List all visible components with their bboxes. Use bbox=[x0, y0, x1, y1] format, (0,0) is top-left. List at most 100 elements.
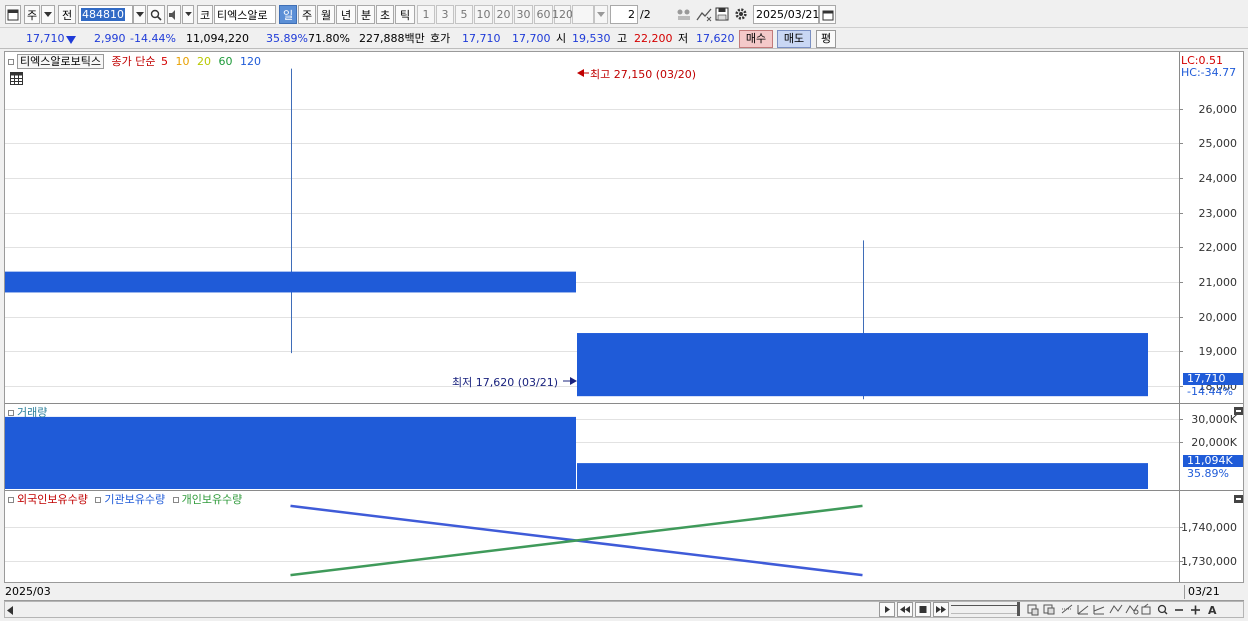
scroll-left-icon[interactable] bbox=[7, 605, 14, 618]
holding-panel-minimize-icon[interactable] bbox=[1234, 493, 1243, 506]
x-axis-end-label: 03/21 bbox=[1188, 585, 1220, 598]
interval-10-button[interactable]: 10 bbox=[474, 5, 493, 24]
high-arrow-icon bbox=[577, 69, 584, 77]
stock-code-input[interactable]: 484810 bbox=[78, 5, 133, 24]
legend-square-icon bbox=[8, 410, 14, 416]
period-year-button[interactable]: 년 bbox=[336, 5, 356, 24]
custom-interval-input[interactable] bbox=[572, 5, 594, 24]
chart-scrollbar[interactable]: A bbox=[4, 601, 1244, 618]
individual-holding-legend[interactable]: 개인보유수량 bbox=[182, 493, 243, 506]
legend-square-icon bbox=[8, 497, 14, 503]
price-change: 2,990 bbox=[94, 32, 126, 45]
trade-amount: 227,888백만 bbox=[359, 32, 425, 45]
period-minute-button[interactable]: 분 bbox=[357, 5, 375, 24]
save-icon[interactable] bbox=[715, 7, 729, 24]
interval-5-button[interactable]: 5 bbox=[455, 5, 473, 24]
sell-button[interactable]: 매도 bbox=[777, 30, 811, 48]
ma-legend-label: 종가 단순 bbox=[111, 55, 156, 68]
price-tick-label: 21,000 bbox=[1198, 275, 1238, 289]
scroll-right-button[interactable] bbox=[879, 602, 895, 617]
chart-tools-icons[interactable]: A bbox=[1026, 603, 1231, 619]
page-counter-input[interactable]: 2 bbox=[610, 5, 638, 24]
holding-tick-label: 1,740,000 bbox=[1181, 520, 1237, 534]
interval-20-button[interactable]: 20 bbox=[494, 5, 513, 24]
stock-legend-name[interactable]: 티엑스알로보틱스 bbox=[17, 54, 104, 69]
period-type-button[interactable]: 주 bbox=[24, 5, 40, 24]
zoom-slider[interactable] bbox=[951, 605, 1019, 614]
candle-body bbox=[577, 333, 1148, 397]
volume-legend-name[interactable]: 거래량 bbox=[17, 406, 47, 419]
stock-code-dropdown-icon[interactable] bbox=[133, 5, 146, 24]
period-tick-button[interactable]: 틱 bbox=[395, 5, 415, 24]
code-type-button[interactable]: 코 bbox=[197, 5, 213, 24]
volume-bar bbox=[5, 416, 576, 489]
open-label: 시 bbox=[556, 32, 567, 45]
rewind-icon[interactable] bbox=[897, 602, 913, 617]
last-volume-tag: 11,094K bbox=[1183, 455, 1243, 467]
price-tick-label: 20,000 bbox=[1198, 310, 1238, 324]
search-icon[interactable] bbox=[147, 5, 165, 24]
institution-holding-legend[interactable]: 기관보유수량 bbox=[104, 493, 165, 506]
data-table-icon[interactable] bbox=[10, 72, 23, 88]
ma-120-legend: 120 bbox=[239, 55, 261, 68]
volume-panel-minimize-icon[interactable] bbox=[1234, 405, 1243, 418]
interval-3-button[interactable]: 3 bbox=[436, 5, 454, 24]
date-input[interactable]: 2025/03/21 bbox=[753, 5, 819, 24]
ask-price: 17,710 bbox=[462, 32, 501, 45]
period-day-button[interactable]: 일 bbox=[279, 5, 297, 24]
compare-icon[interactable] bbox=[676, 8, 692, 25]
period-type-dropdown-icon[interactable] bbox=[41, 5, 55, 24]
buy-button[interactable]: 매수 bbox=[739, 30, 773, 48]
price-panel-legend: 티엑스알로보틱스 종가 단순 5 10 20 60 120 bbox=[8, 53, 261, 69]
legend-square-icon bbox=[95, 497, 102, 503]
x-axis-bar: 2025/03 03/21 bbox=[4, 582, 1244, 600]
interval-120-button[interactable]: 120 bbox=[552, 5, 573, 24]
ma-20-legend: 20 bbox=[196, 55, 211, 68]
volume-tick-label: 20,000K bbox=[1191, 435, 1237, 449]
evaluation-button[interactable]: 평 bbox=[816, 30, 836, 48]
speaker-dropdown-icon[interactable] bbox=[182, 5, 194, 24]
ma-5-legend: 5 bbox=[160, 55, 168, 68]
stop-icon[interactable] bbox=[915, 602, 931, 617]
bid-label: 호가 bbox=[430, 32, 451, 45]
price-change-pct: -14.44% bbox=[130, 32, 176, 45]
ma-60-legend: 60 bbox=[218, 55, 233, 68]
low-arrow-icon bbox=[570, 377, 577, 385]
last-change-tag: -14.44% bbox=[1187, 385, 1233, 398]
period-month-button[interactable]: 월 bbox=[317, 5, 335, 24]
last-volume-ratio-tag: 35.89% bbox=[1187, 467, 1229, 480]
x-axis-start-label: 2025/03 bbox=[5, 585, 51, 598]
fast-forward-icon[interactable] bbox=[933, 602, 949, 617]
high-label: 고 bbox=[617, 32, 628, 45]
speaker-icon[interactable] bbox=[167, 5, 181, 24]
legend-square-icon bbox=[8, 59, 14, 65]
zoom-slider-handle[interactable] bbox=[1017, 602, 1020, 616]
calendar-icon[interactable] bbox=[819, 5, 836, 24]
axis-divider bbox=[1184, 585, 1185, 599]
candle-body bbox=[5, 271, 576, 293]
prev-button[interactable]: 전 bbox=[58, 5, 76, 24]
low-annotation: 최저 17,620 (03/21) bbox=[452, 376, 559, 389]
custom-interval-dropdown-icon[interactable] bbox=[594, 5, 608, 24]
gear-icon[interactable] bbox=[734, 7, 748, 24]
volume-bar bbox=[577, 463, 1148, 489]
holding-tick-label: 1,730,000 bbox=[1181, 554, 1237, 568]
stock-name-field: 티엑스알로 bbox=[214, 5, 276, 24]
period-second-button[interactable]: 초 bbox=[376, 5, 394, 24]
interval-60-button[interactable]: 60 bbox=[534, 5, 553, 24]
window-icon[interactable] bbox=[5, 5, 21, 24]
high-price: 22,200 bbox=[634, 32, 673, 45]
chart-tool-icon[interactable] bbox=[696, 8, 712, 25]
interval-1-button[interactable]: 1 bbox=[417, 5, 435, 24]
period-week-button[interactable]: 주 bbox=[298, 5, 316, 24]
trade-volume: 11,094,220 bbox=[186, 32, 249, 45]
low-price: 17,620 bbox=[696, 32, 735, 45]
volume-panel-legend: 거래량 bbox=[8, 404, 47, 420]
price-tick-label: 25,000 bbox=[1198, 136, 1238, 150]
interval-30-button[interactable]: 30 bbox=[514, 5, 533, 24]
price-tick-label: 23,000 bbox=[1198, 206, 1238, 220]
legend-square-icon bbox=[172, 497, 179, 503]
foreign-holding-legend[interactable]: 외국인보유수량 bbox=[17, 493, 88, 506]
high-annotation: 최고 27,150 (03/20) bbox=[590, 68, 697, 81]
open-price: 19,530 bbox=[572, 32, 611, 45]
